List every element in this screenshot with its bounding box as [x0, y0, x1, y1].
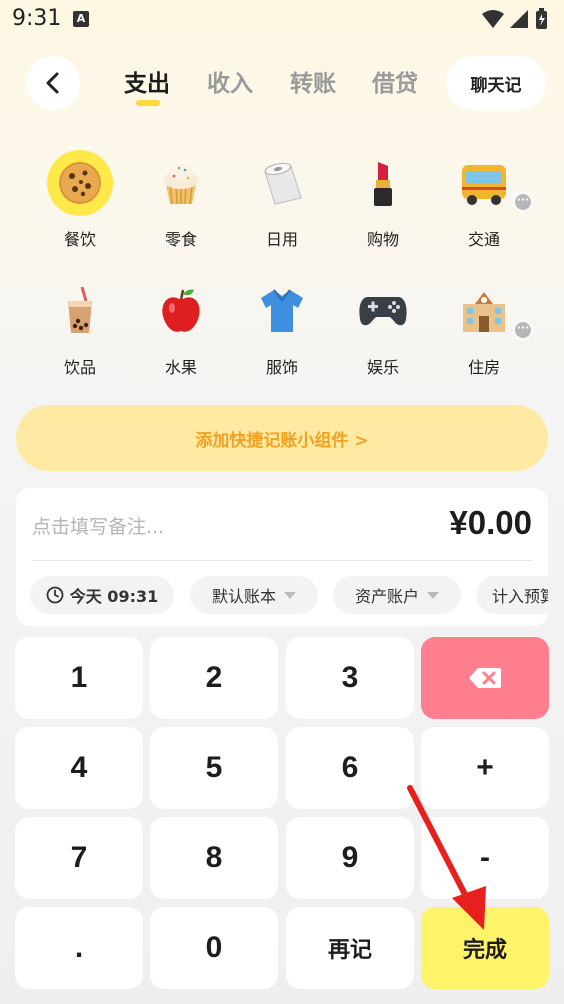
tab-transfer[interactable]: 转账: [290, 64, 336, 98]
budget-label: 计入预算: [492, 587, 548, 606]
category-label: 娱乐: [366, 358, 399, 377]
chevron-down-icon: [284, 591, 296, 599]
date-time-chip[interactable]: 今天 09:31: [30, 576, 174, 614]
category-drinks[interactable]: 饮品: [30, 278, 130, 388]
status-time: 9:31: [12, 6, 62, 31]
entry-card: 点击填写备注... ¥0.00 今天 09:31 默认账本 资产账户 计入预算: [16, 488, 548, 626]
key-7[interactable]: 7: [15, 817, 143, 899]
category-label: 餐饮: [63, 230, 96, 249]
ledger-label: 默认账本: [211, 587, 276, 606]
category-label: 水果: [164, 358, 197, 377]
key-0[interactable]: 0: [150, 907, 278, 989]
key-decimal[interactable]: .: [15, 907, 143, 989]
shirt-icon: [249, 278, 315, 344]
category-shopping[interactable]: 购物: [333, 150, 433, 260]
tab-income[interactable]: 收入: [207, 64, 253, 98]
category-dining[interactable]: 餐饮: [30, 150, 130, 260]
key-9[interactable]: 9: [286, 817, 414, 899]
asset-account-chip[interactable]: 资产账户: [333, 576, 461, 614]
key-1[interactable]: 1: [15, 637, 143, 719]
bus-icon: [451, 150, 517, 216]
category-clothing[interactable]: 服饰: [232, 278, 332, 388]
tab-loan[interactable]: 借贷: [372, 64, 418, 98]
toilet-paper-icon: [249, 150, 315, 216]
category-label: 住房: [467, 358, 500, 377]
budget-chip[interactable]: 计入预算: [476, 576, 548, 614]
category-label: 服饰: [265, 358, 298, 377]
category-label: 日用: [265, 230, 298, 249]
category-label: 饮品: [63, 358, 96, 377]
clock-icon: [46, 586, 64, 604]
key-6[interactable]: 6: [286, 727, 414, 809]
back-button[interactable]: [26, 56, 80, 110]
building-icon: [451, 278, 517, 344]
key-5[interactable]: 5: [150, 727, 278, 809]
more-options-icon[interactable]: ···: [513, 192, 533, 212]
cupcake-icon: [148, 150, 214, 216]
category-label: 购物: [366, 230, 399, 249]
cookie-icon: [47, 150, 113, 216]
chevron-down-icon: [427, 591, 439, 599]
note-input[interactable]: 点击填写备注...: [32, 512, 164, 539]
chevron-left-icon: [46, 72, 59, 94]
backspace-icon: [469, 668, 501, 688]
category-fruit[interactable]: 水果: [131, 278, 231, 388]
category-snacks[interactable]: 零食: [131, 150, 231, 260]
bubble-tea-icon: [47, 278, 113, 344]
category-daily[interactable]: 日用: [232, 150, 332, 260]
category-label: 交通: [467, 230, 500, 249]
battery-icon: [536, 8, 547, 29]
gamepad-icon: [350, 278, 416, 344]
asset-account-label: 资产账户: [354, 587, 419, 606]
tab-expense[interactable]: 支出: [124, 64, 170, 98]
category-label: 零食: [164, 230, 197, 249]
status-bar: 9:31 A: [0, 0, 564, 40]
apple-icon: [148, 278, 214, 344]
signal-icon: [510, 10, 528, 28]
amount-display: ¥0.00: [449, 504, 532, 541]
key-3[interactable]: 3: [286, 637, 414, 719]
divider: [32, 560, 532, 561]
backspace-button[interactable]: [421, 637, 549, 719]
key-8[interactable]: 8: [150, 817, 278, 899]
category-transport[interactable]: ··· 交通: [434, 150, 534, 260]
system-icons: [480, 8, 552, 34]
annotation-arrow-icon: [407, 785, 486, 930]
active-tab-indicator: [136, 100, 160, 106]
record-again-button[interactable]: 再记: [286, 907, 414, 989]
category-entertainment[interactable]: 娱乐: [333, 278, 433, 388]
lipstick-icon: [350, 150, 416, 216]
key-4[interactable]: 4: [15, 727, 143, 809]
more-options-icon[interactable]: ···: [513, 320, 533, 340]
add-widget-banner[interactable]: 添加快捷记账小组件 >: [16, 405, 548, 471]
wifi-icon: [482, 10, 504, 28]
notification-icon: A: [73, 11, 89, 27]
date-time-label: 今天 09:31: [69, 587, 159, 606]
ledger-chip[interactable]: 默认账本: [190, 576, 318, 614]
chat-record-button[interactable]: 聊天记: [446, 56, 546, 110]
key-2[interactable]: 2: [150, 637, 278, 719]
category-housing[interactable]: ··· 住房: [434, 278, 534, 388]
